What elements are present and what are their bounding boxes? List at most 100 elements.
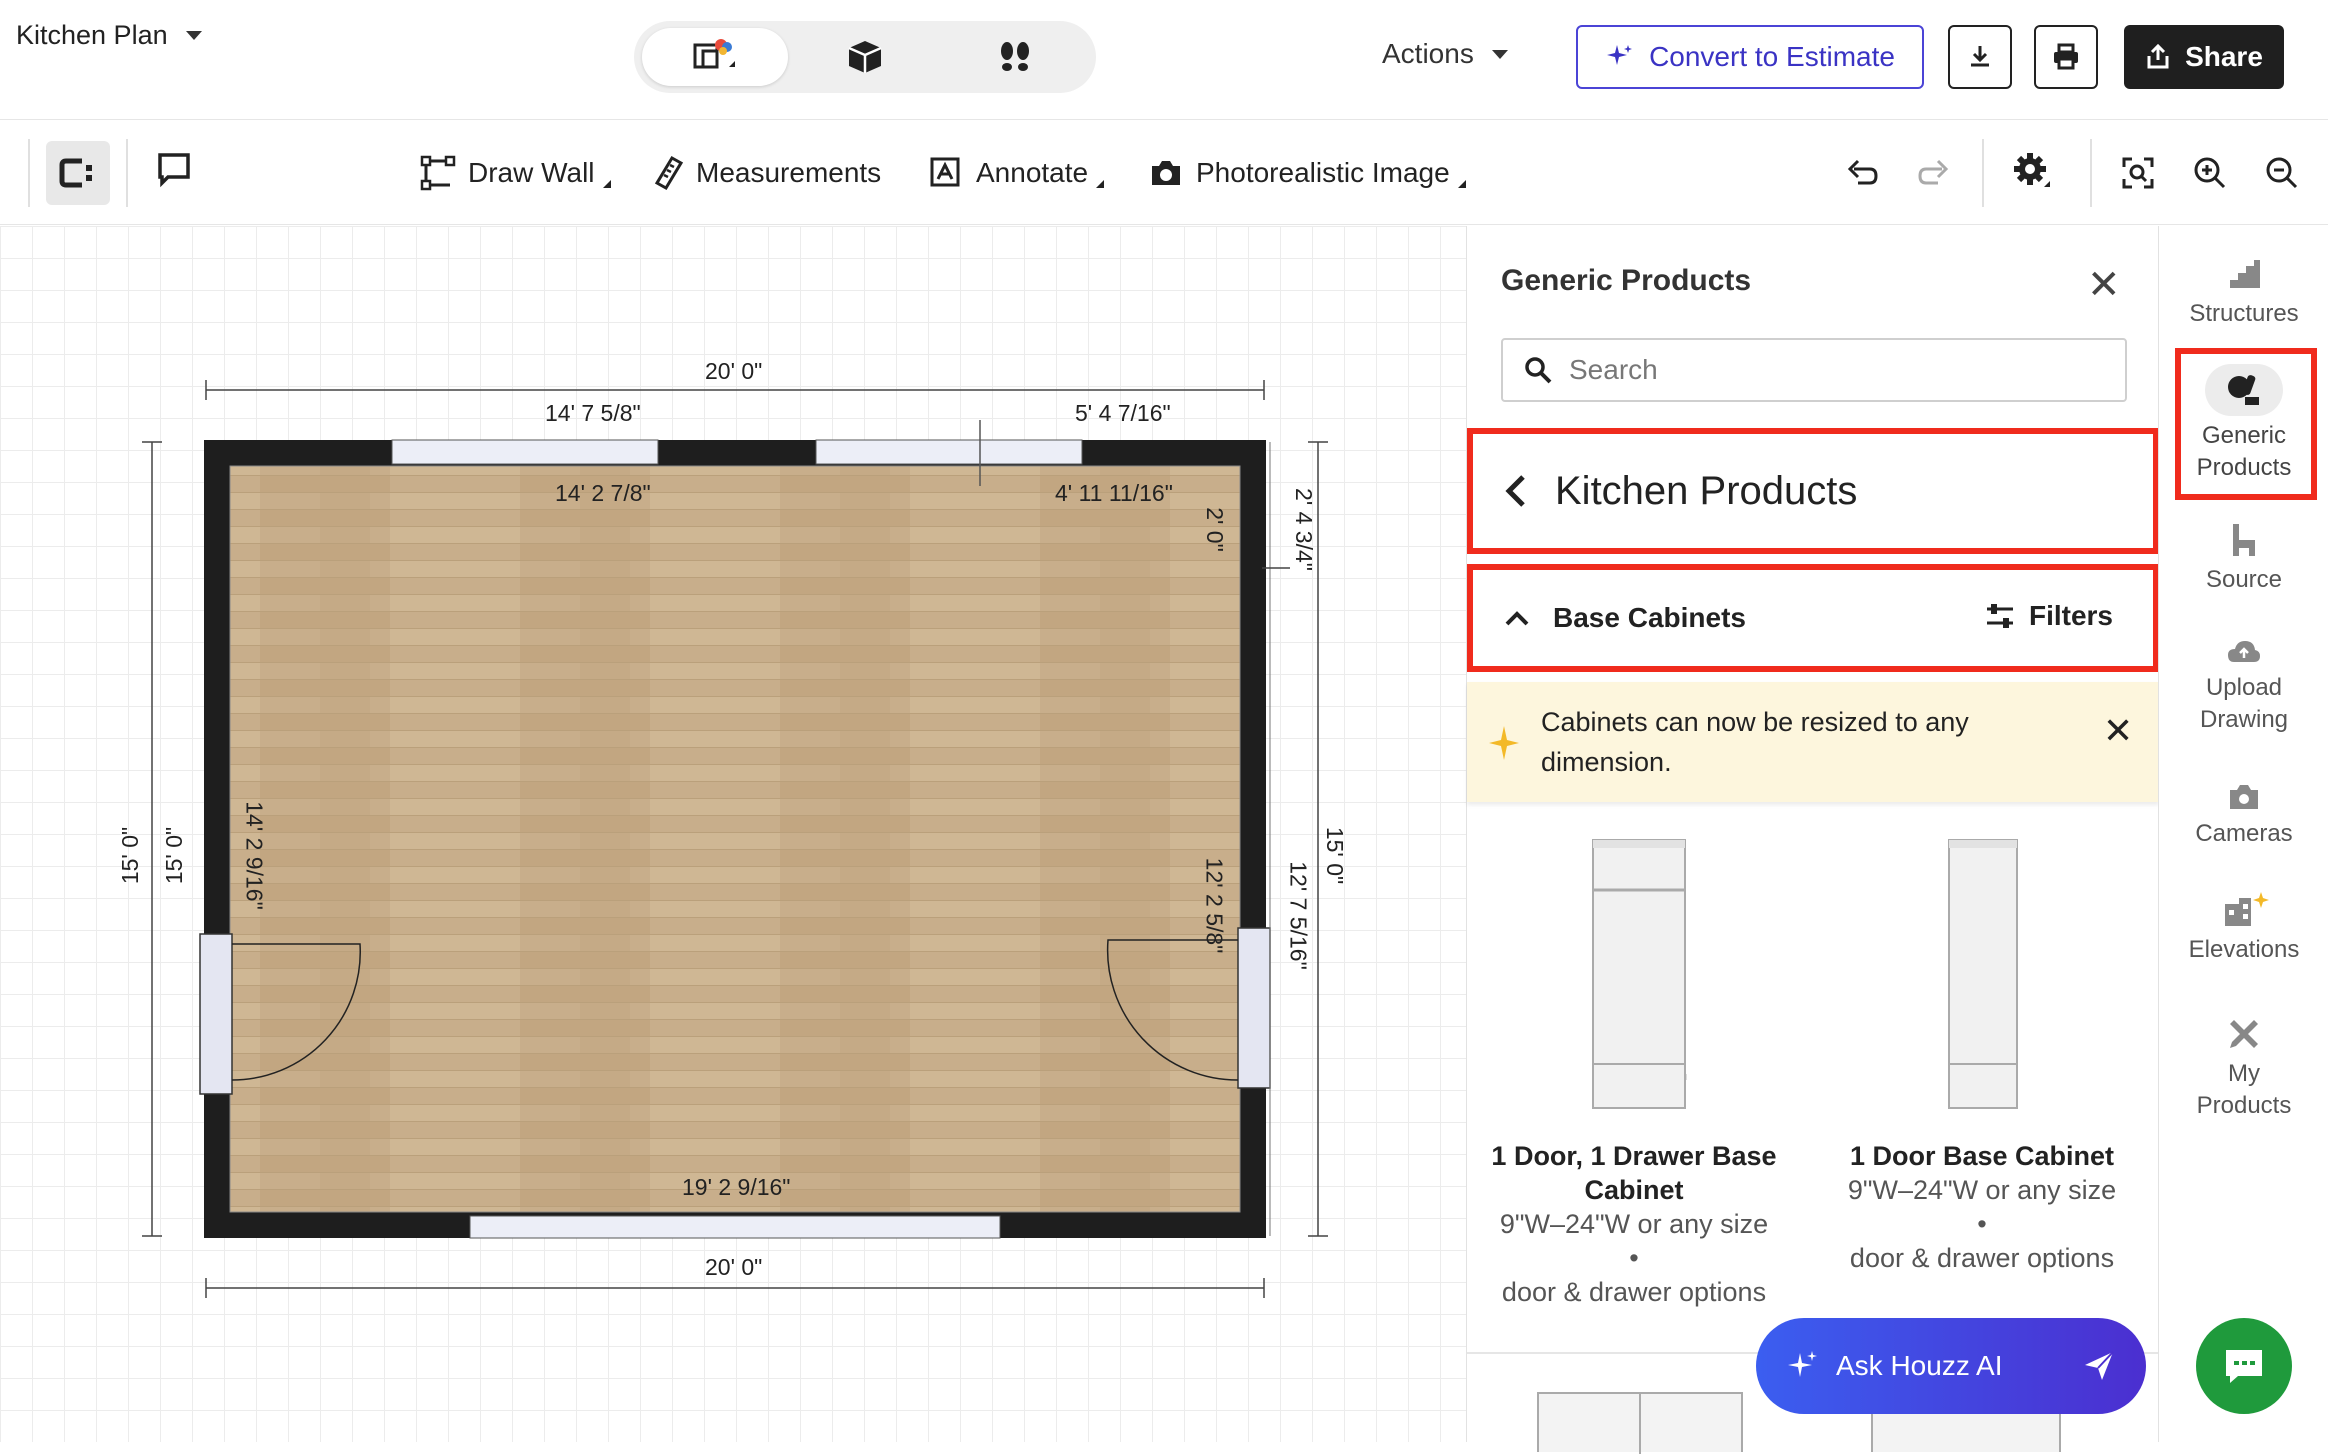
rail-label: Source [2205,566,2283,593]
chair-icon [2233,524,2255,556]
rail-item-source[interactable]: Source [2159,522,2328,596]
product-card[interactable]: 1 Door Base Cabinet 9"W–24"W or any size… [1815,832,2149,1275]
convert-label: Convert to Estimate [1649,41,1895,72]
measurements-tool[interactable]: Measurements [654,149,881,197]
chevron-down-icon [185,31,202,40]
right-category-rail: Structures Generic Products Source Uploa… [2158,226,2328,1442]
rail-label: Structures [2189,300,2299,327]
product-options: door & drawer options [1501,1277,1767,1307]
submenu-indicator-icon [602,180,611,188]
divider [126,139,128,207]
photorealistic-image-tool[interactable]: Photorealistic Image [1148,149,1466,197]
redo-icon [1918,159,1949,185]
download-button[interactable] [1948,25,2012,89]
share-icon [2147,43,2169,69]
dismiss-notice-button[interactable]: ✕ [2103,710,2133,752]
draw-wall-tool[interactable]: Draw Wall [420,149,611,197]
settings-button[interactable] [2012,151,2052,191]
3d-view-button[interactable] [792,28,938,86]
draw-wall-icon [420,155,456,191]
search-field[interactable] [1501,338,2127,402]
floor-plan-canvas[interactable]: 20' 0" 14' 7 5/8" 5' 4 7/16" 14' 2 7/8" 4' 1… [0,226,1466,1442]
close-panel-button[interactable]: ✕ [2087,262,2121,308]
cabinet-thumbnail [1592,839,1687,1109]
base-cabinets-section-header[interactable]: Base Cabinets Filters [1467,564,2159,672]
zoom-out-icon [2266,157,2298,189]
rail-item-generic-products[interactable]: Generic Products [2159,364,2328,484]
ask-ai-label: Ask Houzz AI [1836,1350,2003,1381]
rail-item-cameras[interactable]: Cameras [2159,782,2328,850]
dimension-label: 12' 7 5/16" [1285,861,1312,970]
chevron-left-icon [1505,475,1525,507]
product-name: 1 Door, 1 Drawer Base Cabinet [1491,1141,1777,1205]
actions-dropdown[interactable]: Actions [1382,38,1508,70]
camera-icon [1152,161,1180,185]
dimension-label: 15' 0" [117,826,144,885]
chat-support-button[interactable] [2196,1318,2292,1414]
cabinet-thumbnail [1948,839,2018,1109]
undo-icon [1847,159,1878,185]
filters-button[interactable]: Filters [1985,600,2113,632]
zoom-out-button[interactable] [2264,155,2300,196]
zoom-in-button[interactable] [2192,155,2228,196]
rail-label: Cameras [2195,820,2293,847]
walkthrough-view-button[interactable] [942,28,1088,86]
dimension-label: 2' 4 3/4" [1290,488,1317,571]
rail-item-my-products[interactable]: My Products [2159,1016,2328,1122]
rail-item-structures[interactable]: Structures [2159,256,2328,330]
dimension-label: 12' 2 5/8" [1201,857,1228,954]
divider [28,139,30,207]
select-tool-button[interactable] [46,141,110,205]
share-label: Share [2185,41,2263,72]
undo-button[interactable] [1844,155,1880,196]
chevron-down-icon [1491,49,1508,59]
comment-tool-button[interactable] [154,149,194,194]
download-icon [1971,46,1989,67]
gear-icon [2014,153,2050,187]
plan-title-dropdown[interactable]: Kitchen Plan [16,20,202,51]
annotate-icon [930,157,960,187]
window-bottom [469,1215,1001,1239]
kitchen-products-back-button[interactable]: Kitchen Products [1467,428,2159,554]
dimension-label: 20' 0" [705,358,763,384]
share-button[interactable]: Share [2124,25,2284,89]
submenu-indicator-icon [1457,180,1466,188]
redo-button[interactable] [1916,155,1952,196]
2d-plan-icon [693,39,735,69]
cabinet-thumbnail-partial[interactable] [1537,1392,1743,1454]
dimension-label: 5' 4 7/16" [1075,400,1171,426]
rail-item-elevations[interactable]: Elevations [2159,890,2328,966]
close-icon: ✕ [2087,263,2121,307]
product-name: 1 Door Base Cabinet [1849,1141,2115,1171]
top-bar: Kitchen Plan Actions Convert to Estimate… [0,0,2328,120]
fit-to-screen-button[interactable] [2120,155,2156,196]
rail-label: Upload Drawing [2199,674,2289,733]
category-title: Kitchen Products [1555,468,1858,513]
comment-icon [158,153,190,188]
rail-label: My Products [2196,1060,2292,1119]
separator-dot: • [1629,1243,1639,1273]
annotate-tool[interactable]: Annotate [928,149,1105,197]
plan-title: Kitchen Plan [16,20,168,50]
paint-palette-icon [2228,375,2259,405]
notice-text: Cabinets can now be resized to any dimen… [1541,707,1969,777]
rail-item-upload-drawing[interactable]: Upload Drawing [2159,638,2328,736]
annotate-label: Annotate [976,157,1089,188]
send-icon[interactable] [2082,1349,2116,1383]
sparkle-icon [1788,1351,1817,1377]
elevation-sparkle-icon [2225,892,2269,926]
camera-icon [2230,785,2258,809]
stairs-icon [2230,260,2260,288]
search-input[interactable] [1569,354,2089,386]
convert-to-estimate-button[interactable]: Convert to Estimate [1576,25,1924,89]
rail-label: Elevations [2188,936,2300,963]
product-card[interactable]: 1 Door, 1 Drawer Base Cabinet 9"W–24"W o… [1467,832,1801,1309]
resize-notice-banner: Cabinets can now be resized to any dimen… [1467,682,2159,802]
ask-houzz-ai-button[interactable]: Ask Houzz AI [1756,1318,2146,1414]
product-options: door & drawer options [1849,1243,2115,1273]
cabinet-thumbnail-partial[interactable] [1871,1412,2061,1452]
2d-plan-view-button[interactable] [642,28,788,86]
door-left-jamb [199,933,233,1095]
door-right-jamb [1237,927,1271,1089]
print-button[interactable] [2034,25,2098,89]
